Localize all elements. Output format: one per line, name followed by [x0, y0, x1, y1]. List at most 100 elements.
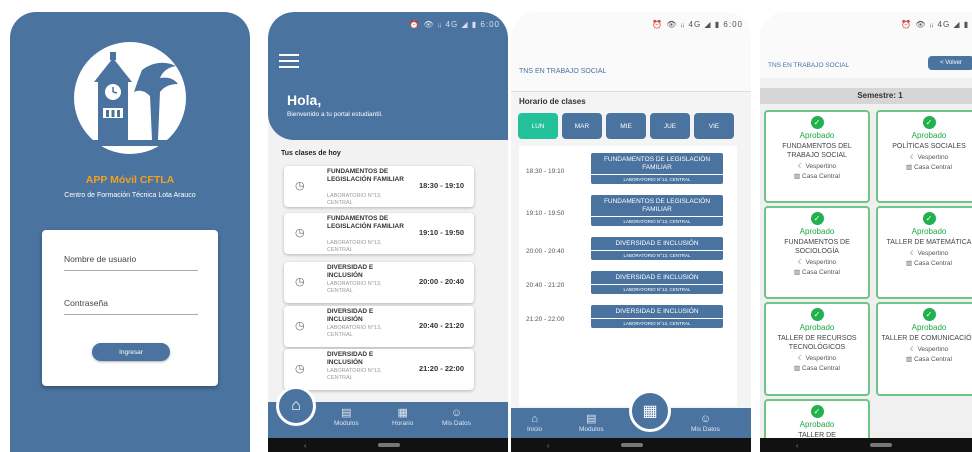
tab-inicio[interactable]: ⌂ Inicio — [527, 412, 542, 433]
subject-shift: ☾ Vespertino — [909, 346, 949, 353]
back-icon[interactable]: ‹ — [796, 441, 799, 450]
program-title: TNS EN TRABAJO SOCIAL — [768, 62, 850, 69]
bottom-tab-bar: ⌂ Inicio ▤ Modulos ▦ ☺ Mis Datos — [511, 390, 751, 438]
status-bar: ⏰ 👁 ᵢᵢ 4G ◢ ▮ 6:00 — [652, 19, 743, 29]
schedule-block[interactable]: FUNDAMENTOS DE LEGISLACIÓN FAMILIAR LABO… — [591, 153, 723, 184]
building-icon: ▥ — [906, 164, 914, 171]
schedule-block[interactable]: DIVERSIDAD E INCLUSIÓN LABORATORIO N°13,… — [591, 271, 723, 294]
class-time: 19:10 - 19:50 — [418, 228, 464, 237]
subject-shift: ☾ Vespertino — [797, 163, 837, 170]
class-card[interactable]: ◷ FUNDAMENTOS DE LEGISLACIÓN FAMILIAR LA… — [284, 166, 474, 207]
block-room: LABORATORIO N°13, CENTRAL — [623, 177, 691, 182]
tab-modulos[interactable]: ▤ Modulos — [334, 406, 359, 427]
subject-campus: ▥ Casa Central — [794, 173, 840, 180]
schedule-block[interactable]: DIVERSIDAD E INCLUSIÓN LABORATORIO N°13,… — [591, 237, 723, 260]
program-title: TNS EN TRABAJO SOCIAL — [519, 68, 607, 75]
subject-name: FUNDAMENTOS DE SOCIOLOGÍA — [784, 239, 850, 255]
subject-name: FUNDAMENTOS DEL TRABAJO SOCIAL — [782, 143, 852, 159]
login-card: Nombre de usuario Contraseña Ingresar — [42, 230, 218, 386]
block-room: LABORATORIO N°13, CENTRAL — [623, 253, 691, 258]
building-icon: ▥ — [906, 260, 914, 267]
check-icon: ✓ — [810, 212, 824, 225]
subject-campus: ▥ Casa Central — [906, 356, 952, 363]
class-time: 20:40 - 21:20 — [418, 321, 464, 330]
subject-card[interactable]: ✓ Aprobado POLÍTICAS SOCIALES ☾ Vesperti… — [876, 110, 972, 203]
subject-status: Aprobado — [799, 227, 835, 236]
app-title: APP Móvil CFTLA — [85, 174, 175, 186]
modules-header: ⏰ 👁 ᵢᵢ 4G ◢ ▮ 6:00 TNS EN TRABAJO SOCIAL… — [760, 12, 972, 78]
user-face-icon: ☺ — [450, 407, 463, 419]
home-icon[interactable]: ⌂ — [276, 386, 316, 426]
subject-name: TALLER DE MATEMÁTICA — [886, 239, 972, 246]
tab-horario[interactable]: ▦ Horario — [392, 406, 413, 427]
class-room: LABORATORIO N°13, CENTRAL — [327, 240, 382, 253]
building-icon: ▥ — [794, 269, 802, 276]
class-card[interactable]: ◷ FUNDAMENTOS DE LEGISLACIÓN FAMILIAR LA… — [284, 213, 474, 254]
schedule-screen: ⏰ 👁 ᵢᵢ 4G ◢ ▮ 6:00 TNS EN TRABAJO SOCIAL… — [511, 12, 751, 452]
status-bar: ⏰ 👁 ᵢᵢ 4G ◢ ▮ 6:00 — [409, 19, 500, 29]
home-pill[interactable] — [870, 443, 893, 447]
back-button[interactable]: < Volver — [928, 56, 972, 70]
class-room: LABORATORIO N°13, CENTRAL — [327, 193, 382, 206]
class-name: DIVERSIDAD E INCLUSIÓN — [327, 264, 374, 279]
android-nav-bar: ‹ — [760, 438, 972, 452]
class-name: FUNDAMENTOS DE LEGISLACIÓN FAMILIAR — [327, 215, 404, 230]
password-field[interactable]: Contraseña — [64, 298, 198, 315]
subject-card[interactable]: ✓ Aprobado TALLER DE COMUNICACIÓN ☾ Vesp… — [876, 302, 972, 396]
tab-modulos[interactable]: ▤ Modulos — [579, 412, 604, 433]
calendar-icon[interactable]: ▦ — [629, 390, 671, 432]
subject-card[interactable]: ✓ Aprobado TALLER DE RECURSOS TECNOLÓGIC… — [764, 302, 870, 396]
block-room: LABORATORIO N°13, CENTRAL — [623, 219, 691, 224]
block-name: DIVERSIDAD E INCLUSIÓN — [591, 305, 723, 319]
tab-day-lun[interactable]: LUN — [518, 113, 558, 139]
semester-label: Semestre: 1 — [760, 88, 972, 104]
clock-icon: ◷ — [295, 363, 305, 375]
home-screen: ⏰ 👁 ᵢᵢ 4G ◢ ▮ 6:00 Hola, Bienvenido a tu… — [268, 12, 508, 452]
building-icon: ▥ — [794, 365, 802, 372]
subject-campus: ▥ Casa Central — [794, 269, 840, 276]
institution-name: Centro de Formación Técnica Lota Arauco — [64, 192, 196, 199]
home-pill[interactable] — [621, 443, 644, 447]
subject-card[interactable]: ✓ Aprobado TALLER DE MATEMÁTICA ☾ Vesper… — [876, 206, 972, 299]
tab-day-mie[interactable]: MIE — [606, 113, 646, 139]
subject-card[interactable]: ✓ Aprobado FUNDAMENTOS DEL TRABAJO SOCIA… — [764, 110, 870, 203]
class-card[interactable]: ◷ DIVERSIDAD E INCLUSIÓN LABORATORIO N°1… — [284, 306, 474, 347]
subject-name: POLÍTICAS SOCIALES — [892, 143, 966, 150]
tab-mis-datos[interactable]: ☺ Mis Datos — [442, 406, 471, 427]
tab-day-mar[interactable]: MAR — [562, 113, 602, 139]
class-card[interactable]: ◷ DIVERSIDAD E INCLUSIÓN LABORATORIO N°1… — [284, 262, 474, 303]
section-title: Tus clases de hoy — [281, 150, 341, 157]
class-time: 21:20 - 22:00 — [418, 364, 464, 373]
login-button[interactable]: Ingresar — [92, 343, 170, 361]
tab-day-jue[interactable]: JUE — [650, 113, 690, 139]
subject-status: Aprobado — [799, 323, 835, 332]
block-time: 20:40 - 21:20 — [526, 282, 565, 289]
subject-campus: ▥ Casa Central — [906, 164, 952, 171]
section-title: Horario de clases — [519, 97, 586, 106]
back-icon[interactable]: ‹ — [304, 441, 307, 450]
menu-icon[interactable] — [279, 54, 299, 72]
class-room: LABORATORIO N°13, CENTRAL — [327, 325, 382, 338]
home-header: ⏰ 👁 ᵢᵢ 4G ◢ ▮ 6:00 Hola, Bienvenido a tu… — [268, 12, 508, 140]
class-time: 20:00 - 20:40 — [418, 277, 464, 286]
calendar-icon: ▦ — [397, 407, 408, 419]
home-pill[interactable] — [378, 443, 401, 447]
schedule-block[interactable]: FUNDAMENTOS DE LEGISLACIÓN FAMILIAR LABO… — [591, 195, 723, 226]
username-field[interactable]: Nombre de usuario — [64, 254, 198, 271]
block-time: 21:20 - 22:00 — [526, 316, 565, 323]
bottom-tab-bar: ⌂ ▤ Modulos ▦ Horario ☺ Mis Datos — [268, 386, 508, 438]
schedule-block[interactable]: DIVERSIDAD E INCLUSIÓN LABORATORIO N°13,… — [591, 305, 723, 328]
home-icon: ⌂ — [531, 413, 538, 425]
subject-shift: ☾ Vespertino — [909, 250, 949, 257]
building-icon: ▥ — [906, 356, 914, 363]
clock-icon: ◷ — [295, 320, 305, 332]
class-time: 18:30 - 19:10 — [418, 181, 464, 190]
subject-card[interactable]: ✓ Aprobado FUNDAMENTOS DE SOCIOLOGÍA ☾ V… — [764, 206, 870, 299]
tab-day-vie[interactable]: VIE — [694, 113, 734, 139]
class-card[interactable]: ◷ DIVERSIDAD E INCLUSIÓN LABORATORIO N°1… — [284, 349, 474, 390]
tab-mis-datos[interactable]: ☺ Mis Datos — [691, 412, 720, 433]
modules-screen: ⏰ 👁 ᵢᵢ 4G ◢ ▮ 6:00 TNS EN TRABAJO SOCIAL… — [760, 12, 972, 452]
subject-status: Aprobado — [911, 227, 947, 236]
back-icon[interactable]: ‹ — [547, 441, 550, 450]
clock-tower-logo — [74, 42, 186, 154]
